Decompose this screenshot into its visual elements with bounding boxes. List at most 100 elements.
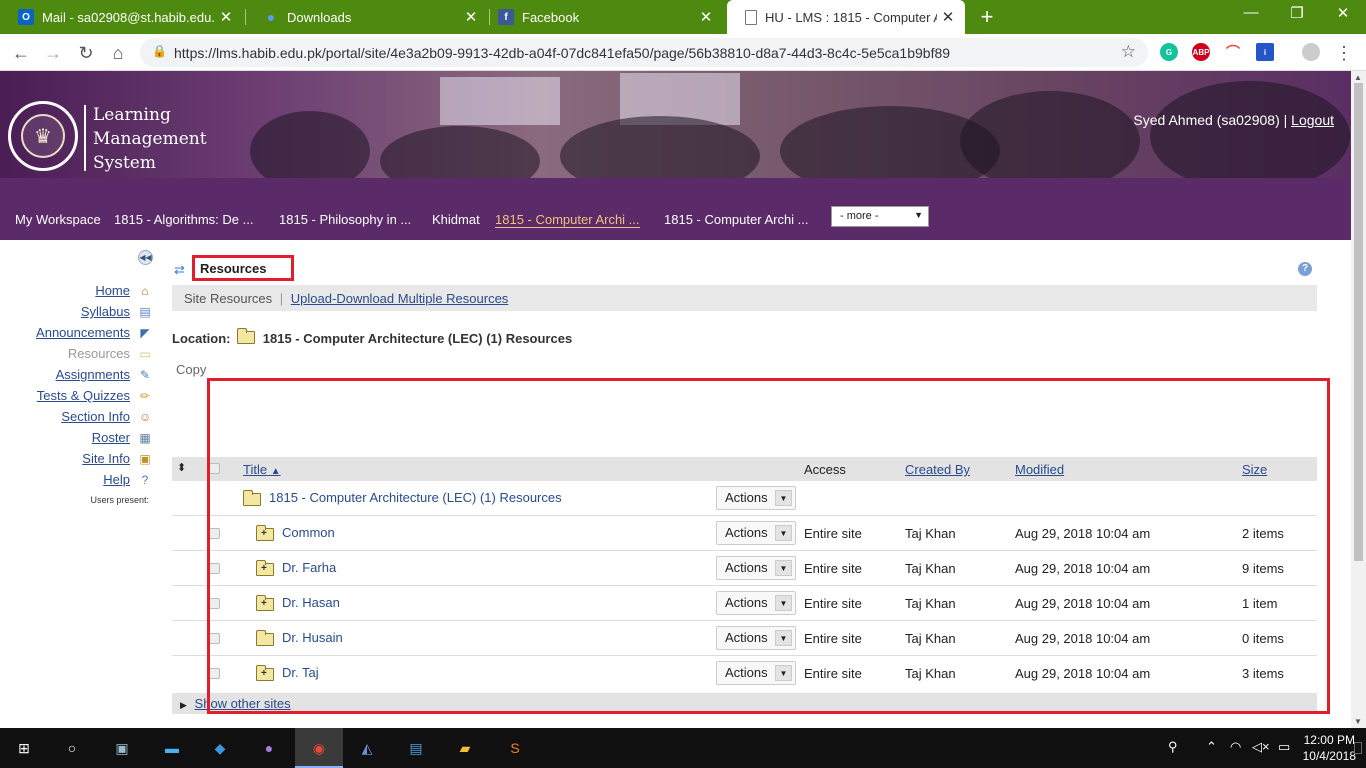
url-text[interactable]: https://lms.habib.edu.pk/portal/site/4e3…	[174, 45, 950, 61]
row-checkbox[interactable]	[209, 668, 220, 679]
actions-button[interactable]: Actions ▼	[716, 591, 796, 615]
folder-link[interactable]: Dr. Farha	[282, 560, 336, 575]
close-tab-icon[interactable]: ✕	[695, 8, 717, 26]
folder-link[interactable]: Dr. Hasan	[282, 595, 340, 610]
site-tab-khidmat[interactable]: Khidmat	[432, 212, 480, 227]
upload-download-multiple-link[interactable]: Upload-Download Multiple Resources	[291, 291, 509, 306]
logout-link[interactable]: Logout	[1291, 112, 1334, 128]
column-title[interactable]: Title ▲	[243, 462, 281, 477]
help-circle-icon[interactable]: ?	[1298, 262, 1312, 276]
site-tab-computer-architecture-current[interactable]: 1815 - Computer Archi ...	[495, 212, 640, 228]
photos-icon[interactable]: ▤	[404, 737, 428, 759]
volume-icon[interactable]: ◁×	[1252, 739, 1270, 755]
site-tab-algorithms[interactable]: 1815 - Algorithms: De ...	[114, 212, 253, 227]
copy-button[interactable]: Copy	[176, 362, 206, 377]
site-tab-computer-architecture[interactable]: 1815 - Computer Archi ...	[664, 212, 809, 227]
row-checkbox[interactable]	[209, 598, 220, 609]
tool-announcements[interactable]: Announcements	[36, 325, 130, 340]
close-tab-icon[interactable]: ✕	[215, 8, 237, 26]
row-checkbox[interactable]	[209, 563, 220, 574]
profile-avatar-icon[interactable]	[1302, 43, 1320, 61]
folder-link[interactable]: Common	[282, 525, 335, 540]
scroll-up-icon[interactable]: ▲	[1354, 73, 1362, 82]
tool-assignments[interactable]: Assignments	[56, 367, 130, 382]
show-other-sites-link[interactable]: Show other sites	[195, 696, 291, 711]
rainbow-extension-icon[interactable]: ⌒	[1224, 43, 1242, 61]
tool-site-info[interactable]: Site Info	[82, 451, 130, 466]
menu-icon[interactable]: ⋮	[1333, 42, 1355, 64]
folder-expand-icon[interactable]: +	[256, 560, 274, 576]
folder-link[interactable]: Dr. Taj	[282, 665, 319, 680]
adblock-icon[interactable]: ABP	[1192, 43, 1210, 61]
actions-button[interactable]: Actions ▼	[716, 556, 796, 580]
scroll-down-icon[interactable]: ▼	[1354, 717, 1362, 726]
actions-button[interactable]: Actions ▼	[716, 626, 796, 650]
site-tab-philosophy[interactable]: 1815 - Philosophy in ...	[279, 212, 411, 227]
tray-chevron-icon[interactable]: ⌃	[1206, 739, 1217, 755]
folder-expand-icon[interactable]: +	[256, 665, 274, 681]
windows-start-icon[interactable]: ⊞	[12, 737, 36, 759]
column-created-by[interactable]: Created By	[905, 462, 970, 477]
browser-tab-facebook[interactable]: f Facebook ✕	[480, 0, 723, 34]
tool-roster[interactable]: Roster	[92, 430, 130, 445]
sort-icon[interactable]: ⬍	[177, 461, 186, 474]
tool-help[interactable]: Help	[103, 472, 130, 487]
expand-triangle-icon[interactable]: ▶	[180, 700, 187, 710]
language-icon[interactable]: ▭	[1278, 739, 1290, 755]
folder-expand-icon[interactable]: +	[256, 525, 274, 541]
home-icon[interactable]: ⌂	[107, 42, 129, 64]
habib-university-seal-logo[interactable]: ♛	[8, 101, 78, 171]
actions-button[interactable]: Actions ▼	[716, 521, 796, 545]
people-icon[interactable]: ⚲	[1168, 739, 1178, 755]
scrollbar-thumb[interactable]	[1354, 83, 1363, 561]
more-sites-select[interactable]: - more - ▼	[831, 206, 929, 227]
reset-icon[interactable]: ⇄	[174, 262, 185, 278]
page-scrollbar[interactable]: ▲ ▼	[1351, 71, 1366, 728]
folder-expand-icon[interactable]: +	[256, 595, 274, 611]
column-size[interactable]: Size	[1242, 462, 1267, 477]
site-tab-my-workspace[interactable]: My Workspace	[15, 212, 101, 227]
row-checkbox[interactable]	[209, 633, 220, 644]
back-icon[interactable]: ←	[10, 42, 32, 64]
vscode-icon[interactable]: ◆	[208, 737, 232, 759]
tool-section-info[interactable]: Section Info	[61, 409, 130, 424]
cortana-search-icon[interactable]: ○	[60, 737, 84, 759]
collapse-menu-icon[interactable]: ◀◀	[138, 250, 153, 265]
close-window-icon[interactable]: ✕	[1320, 4, 1366, 22]
bookmark-star-icon[interactable]: ☆	[1121, 42, 1136, 62]
browser-tab-mail[interactable]: O Mail - sa02908@st.habib.edu.pk ✕	[0, 0, 243, 34]
close-tab-icon[interactable]: ✕	[460, 8, 482, 26]
computer-icon[interactable]: ▬	[160, 737, 184, 759]
root-folder-link[interactable]: 1815 - Computer Architecture (LEC) (1) R…	[269, 490, 562, 505]
grammarly-icon[interactable]: G	[1160, 43, 1178, 61]
column-modified[interactable]: Modified	[1015, 462, 1064, 477]
tool-syllabus[interactable]: Syllabus	[81, 304, 130, 319]
actions-button[interactable]: Actions ▼	[716, 486, 796, 510]
row-checkbox[interactable]	[209, 528, 220, 539]
tool-home[interactable]: Home	[95, 283, 130, 298]
extension-icon[interactable]: i	[1256, 43, 1274, 61]
tool-resources[interactable]: Resources	[68, 346, 130, 361]
wifi-icon[interactable]: ◠	[1230, 739, 1241, 755]
tool-tests-quizzes[interactable]: Tests & Quizzes	[37, 388, 130, 403]
github-desktop-icon[interactable]: ●	[257, 737, 281, 759]
folder-link[interactable]: Dr. Husain	[282, 630, 343, 645]
minimize-icon[interactable]: —	[1228, 4, 1274, 21]
chrome-icon[interactable]: ◉	[307, 737, 331, 759]
task-view-icon[interactable]: ▣	[110, 737, 134, 759]
mars-app-icon[interactable]: ◭	[355, 737, 379, 759]
taskbar-clock[interactable]: 12:00 PM 10/4/2018	[1303, 732, 1356, 764]
browser-tab-downloads[interactable]: ● Downloads ✕	[245, 0, 488, 34]
forward-icon[interactable]: →	[42, 42, 64, 64]
actions-button[interactable]: Actions ▼	[716, 661, 796, 685]
select-all-checkbox[interactable]	[209, 463, 220, 474]
new-tab-button[interactable]: +	[976, 4, 998, 30]
sublime-text-icon[interactable]: S	[503, 737, 527, 759]
close-tab-icon[interactable]: ✕	[937, 8, 959, 26]
file-explorer-icon[interactable]: ▰	[453, 737, 477, 759]
restore-icon[interactable]: ❐	[1274, 4, 1320, 22]
address-bar[interactable]: 🔒 https://lms.habib.edu.pk/portal/site/4…	[140, 38, 1148, 67]
reload-icon[interactable]: ↻	[75, 42, 97, 64]
show-desktop-icon[interactable]	[1354, 742, 1362, 754]
browser-tab-lms[interactable]: HU - LMS : 1815 - Computer Arch ✕	[727, 0, 965, 34]
